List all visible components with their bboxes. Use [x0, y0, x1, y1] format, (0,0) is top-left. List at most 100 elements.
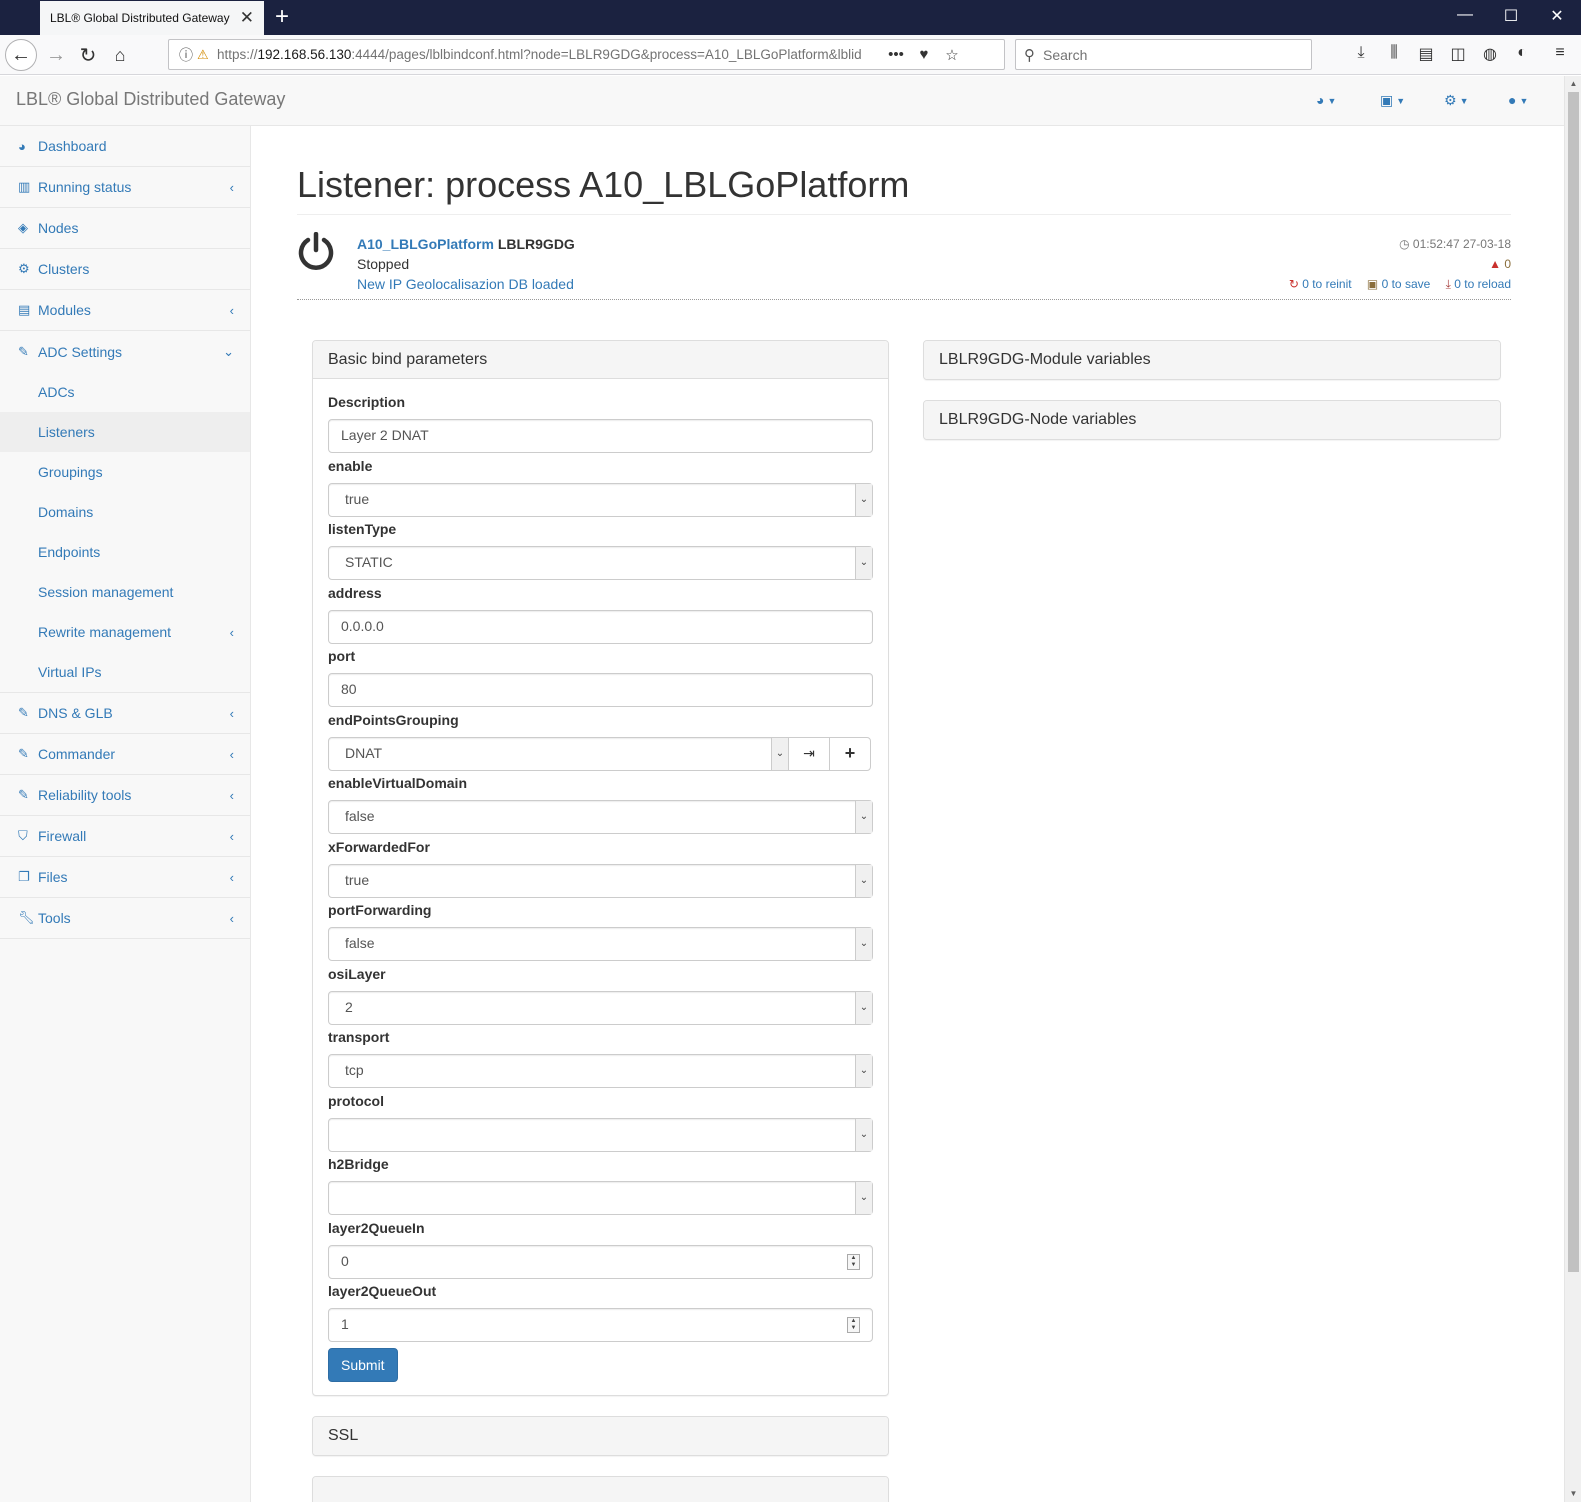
back-icon[interactable]: ← — [5, 39, 37, 71]
minimize-icon[interactable]: — — [1450, 6, 1480, 24]
close-tab-icon[interactable]: ✕ — [240, 8, 254, 28]
scrollbar-thumb[interactable] — [1568, 92, 1579, 1272]
info-icon[interactable]: ⓘ — [179, 45, 197, 65]
port-input[interactable]: 80 — [328, 673, 873, 707]
sidebar-item-dashboard[interactable]: ◕ Dashboard — [0, 126, 250, 167]
cookie-extension-icon[interactable]: ◐ — [1511, 44, 1533, 62]
description-input[interactable]: Layer 2 DNAT — [328, 419, 873, 453]
browser-tab[interactable]: LBL® Global Distributed Gateway ✕ — [40, 1, 264, 35]
sidebar-item-clusters[interactable]: ⚙ Clusters — [0, 249, 250, 290]
url-bar[interactable]: ⓘ ⚠ https://192.168.56.130:4444/pages/lb… — [168, 39, 1005, 70]
reload-link[interactable]: ⤓ 0 to reload — [1446, 277, 1511, 291]
sidebar-item-listeners[interactable]: Listeners — [0, 412, 250, 452]
h2-bridge-select[interactable]: ⌄ — [328, 1181, 873, 1215]
number-spinner-icon[interactable]: ▲ ▼ — [847, 1253, 860, 1270]
sidebar-item-adc-settings[interactable]: ✎ ADC Settings ⌄ — [0, 331, 250, 372]
listen-type-select[interactable]: STATIC ⌄ — [328, 546, 873, 580]
go-to-grouping-button[interactable]: ⇥ — [788, 736, 830, 771]
page-scrollbar[interactable]: ▲ ▼ — [1564, 76, 1581, 1502]
chevron-down-icon[interactable]: ⌄ — [855, 864, 872, 897]
chevron-down-icon[interactable]: ⌄ — [855, 547, 872, 579]
sidebar-item-domains[interactable]: Domains — [0, 492, 250, 532]
page-actions-icon[interactable]: ••• — [882, 46, 910, 63]
number-spinner-icon[interactable]: ▲ ▼ — [847, 1317, 860, 1333]
sidebar-item-running-status[interactable]: ▥ Running status ‹ — [0, 167, 250, 208]
scroll-up-icon[interactable]: ▲ — [1565, 76, 1581, 92]
home-icon[interactable]: ⌂ — [104, 39, 136, 71]
maximize-icon[interactable]: ☐ — [1496, 6, 1526, 26]
downloads-icon[interactable]: ⤓ — [1350, 44, 1372, 62]
add-grouping-button[interactable]: + — [829, 736, 871, 771]
sidebar-item-session-management[interactable]: Session management — [0, 572, 250, 612]
library-icon[interactable]: ⫼ — [1383, 44, 1405, 62]
insecure-lock-icon[interactable]: ⚠ — [197, 47, 217, 63]
list-icon: ▤ — [18, 302, 31, 317]
bookmark-star-icon[interactable]: ☆ — [938, 46, 966, 64]
field-label: layer2QueueIn — [328, 1219, 425, 1236]
panel-heading-next[interactable] — [313, 1477, 888, 1502]
layer2-queue-in-input[interactable]: 0 ▲ ▼ — [328, 1244, 873, 1279]
chevron-down-icon[interactable]: ⌄ — [855, 1055, 872, 1087]
panel-heading-node-vars[interactable]: LBLR9GDG-Node variables — [924, 401, 1500, 439]
sidebar-item-nodes[interactable]: ◈ Nodes — [0, 208, 250, 249]
transport-select[interactable]: tcp ⌄ — [328, 1054, 873, 1088]
save-dropdown[interactable]: ▣ ▼ — [1380, 92, 1405, 109]
chevron-left-icon: ‹ — [229, 828, 234, 844]
window-close-icon[interactable]: ✕ — [1542, 6, 1572, 26]
new-tab-icon[interactable]: + — [270, 3, 294, 31]
field-label: Description — [328, 394, 406, 410]
x-forwarded-for-select[interactable]: true ⌄ — [328, 863, 873, 898]
status-time: 01:52:47 27-03-18 — [1412, 237, 1511, 251]
process-link[interactable]: A10_LBLGoPlatform — [357, 236, 494, 252]
chevron-down-icon[interactable]: ⌄ — [855, 928, 872, 960]
chevron-down-icon[interactable]: ⌄ — [855, 991, 872, 1024]
panel-heading-module-vars[interactable]: LBLR9GDG-Module variables — [924, 341, 1500, 379]
settings-dropdown[interactable]: ⚙ ▼ — [1444, 92, 1468, 109]
chevron-down-icon[interactable]: ⌄ — [771, 737, 788, 770]
panel-heading-ssl[interactable]: SSL — [313, 1417, 888, 1455]
chevron-down-icon[interactable]: ⌄ — [855, 483, 872, 516]
panel-heading-basic[interactable]: Basic bind parameters — [313, 341, 888, 379]
sidebar-item-dns-glb[interactable]: ✎ DNS & GLB ‹ — [0, 693, 250, 734]
pocket-icon[interactable]: ♥ — [910, 46, 938, 63]
user-dropdown[interactable]: ● ▼ — [1508, 92, 1528, 108]
submit-button[interactable]: Submit — [328, 1347, 398, 1382]
sidebar-item-firewall[interactable]: ⛉ Firewall ‹ — [0, 816, 250, 857]
dashboard-dropdown[interactable]: ◕ ▼ — [1316, 92, 1336, 108]
bar-chart-icon: ▥ — [18, 179, 31, 194]
caret-down-icon: ▼ — [1396, 96, 1406, 107]
sidebar-item-adcs[interactable]: ADCs — [0, 372, 250, 412]
port-forwarding-select[interactable]: false ⌄ — [328, 927, 873, 961]
chevron-down-icon[interactable]: ⌄ — [855, 1118, 872, 1151]
extension-icon[interactable]: ◍ — [1479, 44, 1501, 64]
address-input[interactable]: 0.0.0.0 — [328, 609, 873, 644]
reload-icon[interactable]: ↻ — [72, 39, 104, 71]
search-input[interactable]: ⚲ Search — [1015, 39, 1312, 70]
enable-select[interactable]: true ⌄ — [328, 482, 873, 517]
save-link[interactable]: ▣ 0 to save — [1367, 277, 1430, 291]
sidebar-item-groupings[interactable]: Groupings — [0, 452, 250, 492]
sidebar-item-reliability-tools[interactable]: ✎ Reliability tools ‹ — [0, 775, 250, 816]
endpoints-grouping-select[interactable]: DNAT ⌄ — [328, 736, 789, 771]
protocol-select[interactable]: ⌄ — [328, 1117, 873, 1152]
scroll-down-icon[interactable]: ▼ — [1565, 1486, 1581, 1502]
sidebar-item-virtual-ips[interactable]: Virtual IPs — [0, 652, 250, 692]
sidebar-item-endpoints[interactable]: Endpoints — [0, 532, 250, 572]
layer2-queue-out-input[interactable]: 1 ▲ ▼ — [328, 1308, 873, 1342]
sidebar-item-modules[interactable]: ▤ Modules ‹ — [0, 290, 250, 331]
enable-virtual-domain-select[interactable]: false ⌄ — [328, 800, 873, 834]
osi-layer-select[interactable]: 2 ⌄ — [328, 990, 873, 1025]
sidebar-toggle-icon[interactable]: ◫ — [1447, 44, 1469, 64]
sidebar-item-files[interactable]: ❐ Files ‹ — [0, 857, 250, 898]
app-brand[interactable]: LBL® Global Distributed Gateway — [16, 89, 285, 110]
reinit-link[interactable]: ↻ 0 to reinit — [1289, 277, 1352, 291]
sidebar-item-tools[interactable]: 🔧︎ Tools ‹ — [0, 898, 250, 939]
sidebar-item-commander[interactable]: ✎ Commander ‹ — [0, 734, 250, 775]
forward-icon[interactable]: → — [40, 39, 72, 71]
chevron-down-icon[interactable]: ⌄ — [855, 801, 872, 833]
chevron-down-icon[interactable]: ⌄ — [855, 1182, 872, 1214]
sidebar-item-rewrite-management[interactable]: Rewrite management ‹ — [0, 612, 250, 652]
reader-icon[interactable]: ▤ — [1415, 44, 1437, 64]
menu-icon[interactable]: ≡ — [1549, 44, 1571, 62]
adc-settings-submenu: ADCs Listeners Groupings Domains Endpoin… — [0, 372, 250, 693]
